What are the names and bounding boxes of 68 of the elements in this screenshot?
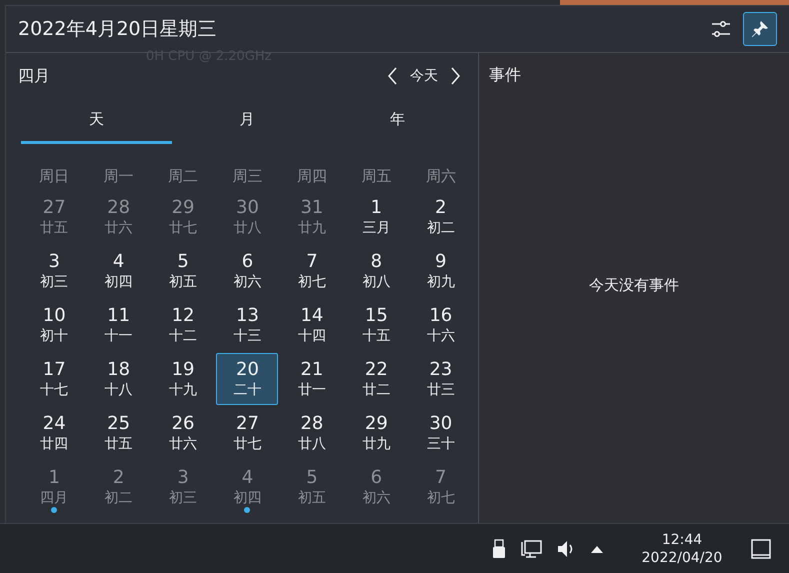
day-cell[interactable]: 12 十二 bbox=[152, 299, 214, 351]
clock-time[interactable]: 12:44 bbox=[662, 530, 702, 548]
day-cell[interactable]: 5 初五 bbox=[280, 461, 343, 513]
day-cell[interactable]: 15 十五 bbox=[345, 299, 408, 351]
day-cell[interactable]: 30 三十 bbox=[410, 407, 472, 459]
day-cell[interactable]: 9 初九 bbox=[410, 245, 472, 297]
day-cell[interactable]: 5 初五 bbox=[152, 245, 214, 297]
day-cell[interactable]: 27 廿五 bbox=[23, 191, 86, 243]
day-cell[interactable]: 22 廿二 bbox=[345, 353, 408, 405]
day-cell[interactable]: 7 初七 bbox=[410, 461, 472, 513]
day-cell[interactable]: 29 廿七 bbox=[152, 191, 214, 243]
expand-tray-icon[interactable] bbox=[590, 544, 604, 554]
settings-icon[interactable] bbox=[711, 19, 731, 39]
day-cell[interactable]: 31 廿九 bbox=[280, 191, 343, 243]
day-cell[interactable]: 29 廿九 bbox=[345, 407, 408, 459]
day-cell[interactable]: 20 二十 bbox=[216, 353, 278, 405]
day-cell[interactable]: 17 十七 bbox=[23, 353, 86, 405]
events-heading: 事件 bbox=[488, 64, 522, 86]
day-cell[interactable]: 30 廿八 bbox=[216, 191, 278, 243]
day-cell[interactable]: 2 初二 bbox=[88, 461, 150, 513]
date-title: 2022年4月20日星期三 bbox=[18, 16, 218, 42]
day-cell[interactable]: 1 三月 bbox=[345, 191, 408, 243]
view-tab[interactable]: 月 bbox=[172, 97, 322, 144]
weekday-label: 周一 bbox=[102, 166, 135, 187]
usb-device-icon[interactable] bbox=[492, 538, 506, 558]
pin-icon bbox=[751, 20, 769, 38]
day-cell[interactable]: 14 十四 bbox=[280, 299, 343, 351]
show-desktop-icon[interactable] bbox=[751, 538, 771, 558]
day-cell[interactable]: 28 廿六 bbox=[88, 191, 150, 243]
view-tab[interactable]: 天 bbox=[21, 97, 172, 144]
day-cell[interactable]: 6 初六 bbox=[216, 245, 278, 297]
day-cell[interactable]: 19 十九 bbox=[152, 353, 214, 405]
no-events-message: 今天没有事件 bbox=[589, 274, 679, 296]
day-cell[interactable]: 27 廿七 bbox=[216, 407, 278, 459]
day-cell[interactable]: 6 初六 bbox=[345, 461, 408, 513]
day-cell[interactable]: 24 廿四 bbox=[23, 407, 86, 459]
day-cell[interactable]: 8 初八 bbox=[345, 245, 408, 297]
weekday-label: 周日 bbox=[38, 166, 70, 187]
day-cell[interactable]: 25 廿五 bbox=[88, 407, 150, 459]
day-cell[interactable]: 13 十三 bbox=[216, 299, 278, 351]
day-cell[interactable]: 28 廿八 bbox=[280, 407, 343, 459]
weekday-label: 周五 bbox=[360, 166, 392, 187]
day-cell[interactable]: 3 初三 bbox=[23, 245, 86, 297]
weekday-label: 周六 bbox=[424, 166, 457, 187]
pin-button[interactable] bbox=[743, 12, 777, 46]
weekday-label: 周二 bbox=[167, 166, 200, 187]
chevron-right-icon bbox=[450, 67, 460, 85]
wired-network-icon[interactable] bbox=[520, 538, 542, 558]
day-cell[interactable]: 16 十六 bbox=[410, 299, 472, 351]
view-tab[interactable]: 年 bbox=[322, 97, 474, 144]
day-cell[interactable]: 4 初四 bbox=[216, 461, 278, 513]
day-cell[interactable]: 26 廿六 bbox=[152, 407, 214, 459]
day-cell[interactable]: 3 初三 bbox=[152, 461, 214, 513]
today-button[interactable]: 今天 bbox=[404, 66, 444, 86]
clock-date[interactable]: 2022/04/20 bbox=[642, 548, 722, 566]
day-cell[interactable]: 18 十八 bbox=[88, 353, 150, 405]
day-cell[interactable]: 4 初四 bbox=[88, 245, 150, 297]
weekday-label: 周三 bbox=[231, 166, 264, 187]
month-label: 四月 bbox=[18, 65, 51, 87]
day-cell[interactable]: 1 四月 bbox=[23, 461, 86, 513]
day-cell[interactable]: 10 初十 bbox=[23, 299, 86, 351]
day-cell[interactable]: 23 廿三 bbox=[410, 353, 472, 405]
day-cell[interactable]: 21 廿一 bbox=[280, 353, 343, 405]
weekday-label: 周四 bbox=[296, 166, 328, 187]
day-cell[interactable]: 2 初二 bbox=[410, 191, 472, 243]
day-cell[interactable]: 7 初七 bbox=[280, 245, 343, 297]
chevron-left-icon bbox=[388, 67, 398, 85]
day-cell[interactable]: 11 十一 bbox=[88, 299, 150, 351]
